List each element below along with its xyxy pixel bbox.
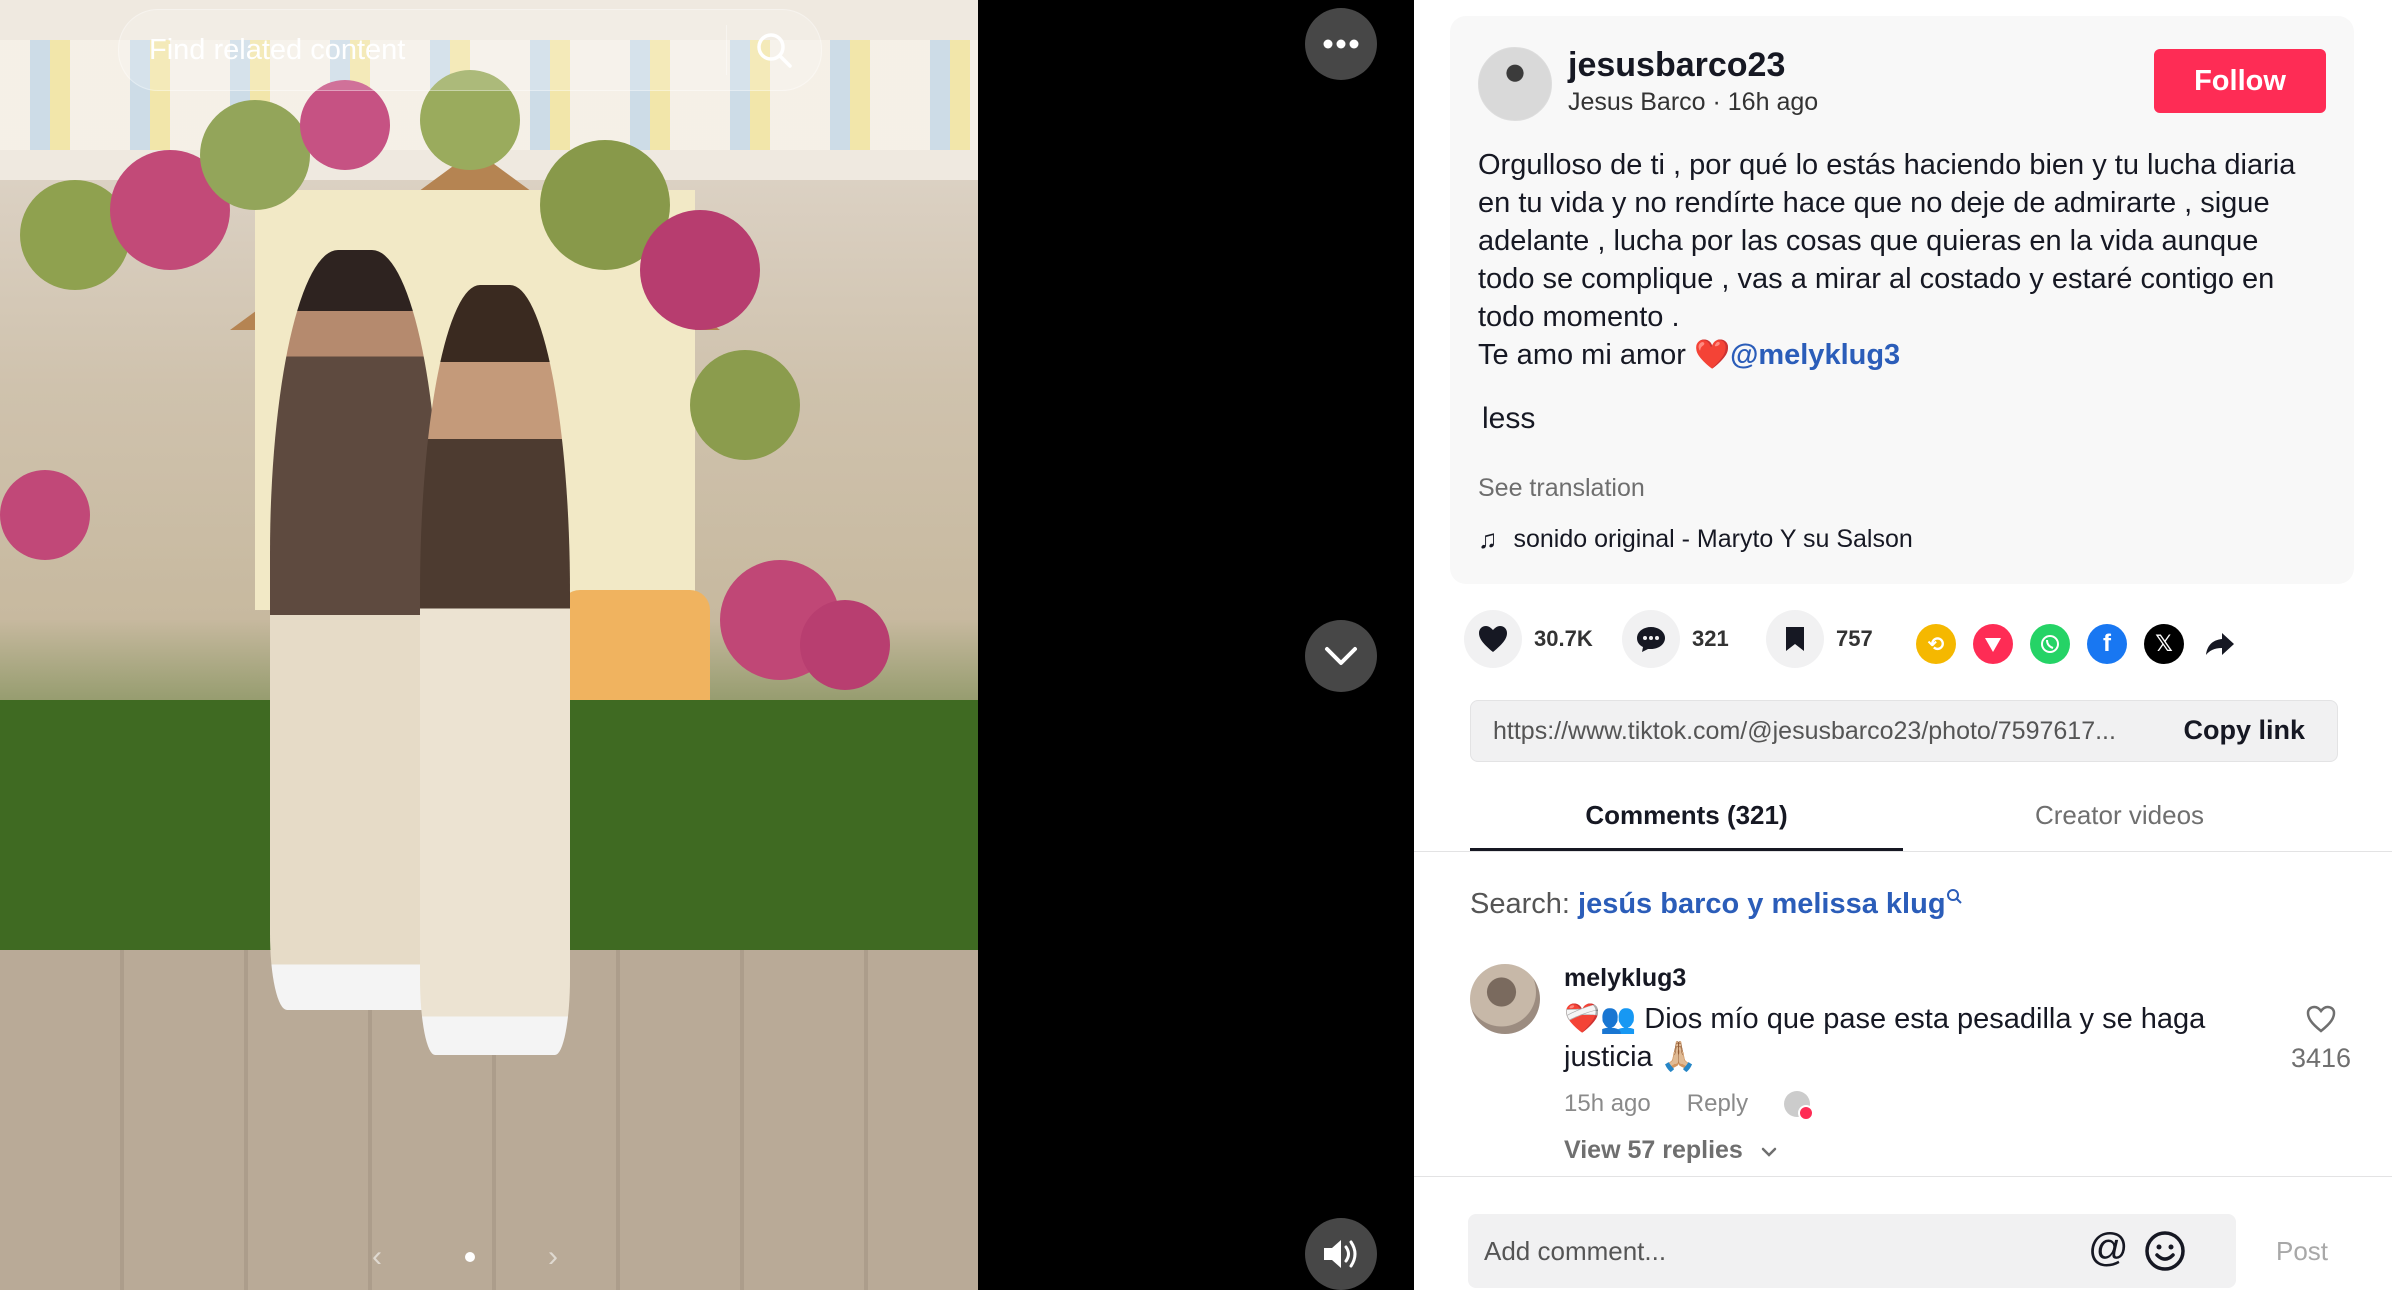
search-suggestion-link[interactable]: jesús barco y melissa klug [1578,888,1946,920]
post-time: 16h ago [1727,88,1819,116]
post-photo[interactable]: Find related content ‹ › [0,0,978,1290]
media-viewer: Find related content ‹ › [0,0,1414,1290]
post-comment-button[interactable]: Post [2276,1236,2328,1267]
post-description: Orgulloso de ti , por qué lo estás hacie… [1478,146,2338,374]
sound-link[interactable]: ♫ sonido original - Maryto Y su Salson [1478,524,1913,555]
mention-link[interactable]: @melyklug3 [1730,339,1900,371]
whatsapp-icon[interactable] [2030,624,2070,664]
author-display-name[interactable]: Jesus Barco [1568,88,1706,116]
comment-item: melyklug3 ❤️‍🩹👥 Dios mío que pase esta p… [1470,964,2350,1174]
photo-balloon [200,100,310,210]
x-icon[interactable]: 𝕏 [2144,624,2184,664]
save-count: 757 [1836,626,1873,651]
follow-button[interactable]: Follow [2154,49,2326,113]
description-line: todo se complique , vas a mirar al costa… [1478,263,2275,295]
comment-meta: 15h ago Reply [1564,1090,1815,1121]
photo-balloon [0,470,90,560]
like-count: 30.7K [1534,626,1593,651]
comment-text: ❤️‍🩹👥 Dios mío que pase esta pesadilla y… [1564,1003,2206,1073]
more-options-button[interactable] [1305,8,1377,80]
share-url[interactable]: https://www.tiktok.com/@jesusbarco23/pho… [1493,717,2153,746]
composer-divider [1414,1176,2392,1177]
photo-balloon [300,80,390,170]
photo-balloon [690,350,800,460]
like-action[interactable]: 30.7K [1464,610,1593,668]
comment-like[interactable]: 3416 [2276,1004,2366,1074]
heart-outline-icon[interactable] [2305,1004,2337,1034]
tab-creator-videos[interactable]: Creator videos [1903,800,2336,831]
repost-icon[interactable]: ⟲ [1916,624,1956,664]
send-to-friends-icon[interactable] [1973,624,2013,664]
next-post-button[interactable] [1305,620,1377,692]
volume-button[interactable] [1305,1218,1377,1290]
description-line: todo momento . [1478,301,1680,333]
chevron-down-icon [1325,647,1357,665]
tab-comments[interactable]: Comments (321) [1470,800,1903,831]
add-comment-placeholder: Add comment... [1484,1236,1667,1266]
sound-title: sonido original - Maryto Y su Salson [1513,525,1913,553]
view-replies-label: View 57 replies [1564,1136,1743,1164]
copy-link-button[interactable]: Copy link [2183,715,2305,746]
details-panel: jesusbarco23 Jesus Barco · 16h ago Follo… [1414,0,2392,1290]
carousel-prev-icon[interactable]: ‹ [372,1240,382,1274]
photo-balloon [800,600,890,690]
see-translation-link[interactable]: See translation [1478,474,1645,503]
description-line: en tu vida y no rendírte hace que no dej… [1478,187,2270,219]
comment-bubble-icon[interactable] [1622,610,1680,668]
share-arrow-icon[interactable] [2200,624,2240,664]
reply-button[interactable]: Reply [1687,1090,1748,1118]
more-dots-icon [1323,39,1359,49]
add-comment-input[interactable]: Add comment... @ [1468,1214,2236,1288]
author-subline: Jesus Barco · 16h ago [1568,88,1819,116]
comment-action[interactable]: 321 [1622,610,1729,668]
comment-time: 15h ago [1564,1090,1651,1117]
comment-count: 321 [1692,626,1729,651]
author-username[interactable]: jesusbarco23 [1568,46,1785,85]
photo-man [270,250,440,1010]
less-toggle[interactable]: less [1482,402,1535,436]
carousel-indicator-dot [465,1252,475,1262]
chevron-down-icon [1761,1147,1777,1157]
photo-woman [420,285,570,1055]
commenter-username[interactable]: melyklug3 [1564,964,1686,993]
love-line-text: Te amo mi amor ❤️ [1478,339,1731,371]
emoji-icon[interactable] [2144,1230,2186,1277]
share-link-box: https://www.tiktok.com/@jesusbarco23/pho… [1470,700,2338,762]
tabs-divider [1414,851,2392,852]
view-replies-button[interactable]: View 57 replies [1564,1136,1778,1165]
commenter-avatar[interactable] [1470,964,1540,1034]
music-note-icon: ♫ [1478,524,1498,554]
mention-at-icon[interactable]: @ [2088,1226,2129,1271]
comment-like-count: 3416 [2290,1043,2352,1073]
related-search-suggestion: Search: jesús barco y melissa klug [1470,888,1962,921]
heart-icon[interactable] [1464,610,1522,668]
panel-tabs: Comments (321) Creator videos [1470,790,2336,852]
author-avatar[interactable] [1478,47,1552,121]
bookmark-icon[interactable] [1766,610,1824,668]
search-small-icon [1946,889,1962,904]
description-line: adelante , lucha por las cosas que quier… [1478,225,2259,257]
find-related-search[interactable]: Find related content [118,9,822,91]
carousel-next-icon[interactable]: › [548,1240,558,1274]
facebook-icon[interactable]: f [2087,624,2127,664]
search-icon[interactable] [727,31,821,69]
creator-liked-avatar [1784,1091,1815,1121]
find-related-placeholder: Find related content [149,33,406,66]
save-action[interactable]: 757 [1766,610,1873,668]
post-info-card: jesusbarco23 Jesus Barco · 16h ago Follo… [1450,16,2354,584]
search-suggestion-prefix: Search: [1470,888,1570,920]
description-line: Orgulloso de ti , por qué lo estás hacie… [1478,149,2296,181]
volume-icon [1324,1240,1357,1268]
description-love-line: Te amo mi amor ❤️@melyklug3 [1478,336,2338,374]
action-bar: 30.7K 321 757 ⟲ f 𝕏 [1450,610,2354,676]
photo-balloon [640,210,760,330]
